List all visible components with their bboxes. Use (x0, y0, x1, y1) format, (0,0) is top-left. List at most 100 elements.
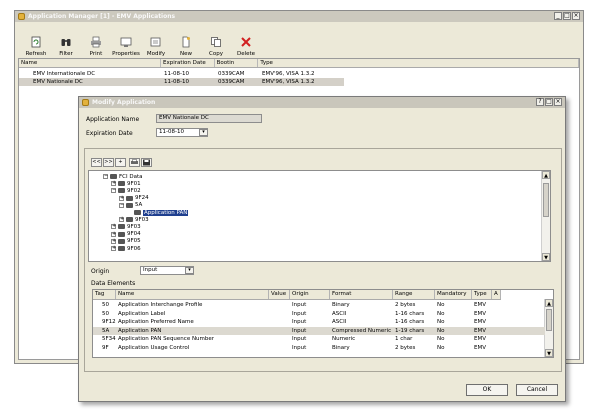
grid-column-header[interactable]: A (492, 290, 501, 299)
grid-column-header[interactable]: Format (330, 290, 393, 299)
cell-value (269, 301, 290, 309)
expand-icon[interactable]: + (111, 238, 116, 244)
node-icon (134, 210, 141, 215)
expand-icon[interactable]: + (111, 181, 116, 187)
dialog-help-button[interactable]: ? (536, 98, 544, 106)
cell-tag: 9F12 (102, 319, 116, 325)
maximize-button[interactable]: □ (563, 12, 571, 20)
scroll-thumb[interactable] (543, 183, 549, 217)
close-button[interactable]: × (572, 12, 580, 20)
minimize-button[interactable]: _ (554, 12, 562, 20)
tree-node[interactable]: +9F04 (111, 231, 141, 238)
ok-button[interactable]: OK (466, 384, 508, 396)
table-row[interactable]: 50 Application Interchange Profile Input Bi… (93, 301, 545, 309)
grid-column-header[interactable]: Mandatory (435, 290, 472, 299)
dialog-title-bar[interactable]: Modify Application ? □ × (79, 97, 565, 108)
tree-node[interactable]: Application PAN (127, 209, 189, 216)
add-node-button[interactable]: + (115, 158, 126, 167)
node-icon (126, 202, 133, 208)
cell-format: Numeric (332, 336, 356, 342)
tree-node[interactable]: − FCI Data (103, 173, 143, 180)
grid-column-header[interactable]: Type (472, 290, 492, 299)
dialog-title: Modify Application (92, 99, 156, 106)
scroll-up-arrow[interactable]: ▲ (542, 171, 550, 179)
cell-mandatory: No (437, 310, 445, 317)
copy-button[interactable]: Copy (201, 25, 231, 57)
grid-column-header[interactable]: Tag (93, 290, 116, 299)
tree-node[interactable]: +9F24 (119, 195, 149, 202)
column-type[interactable]: Type (258, 59, 579, 67)
scroll-up-arrow[interactable]: ▲ (545, 299, 553, 307)
expand-icon[interactable]: + (111, 246, 116, 251)
print-button[interactable]: Print (81, 25, 111, 57)
new-button[interactable]: New (171, 25, 201, 57)
expand-icon[interactable]: + (111, 231, 116, 237)
cell-origin: Input (292, 310, 307, 317)
table-row[interactable]: 9F12 Application Preferred Name Input ASCII… (93, 318, 545, 326)
grid-column-header[interactable]: Value (269, 290, 290, 299)
grid-column-header[interactable]: Origin (290, 290, 330, 299)
column-bootin[interactable]: Bootin (215, 59, 259, 67)
dialog-maximize-button[interactable]: □ (545, 98, 553, 106)
table-row[interactable]: 5A Application PAN Input Compressed Numeric… (93, 326, 545, 335)
chevron-down-icon[interactable]: ▾ (185, 267, 194, 274)
cell-name: Application PAN Sequence Number (118, 336, 215, 342)
table-row[interactable]: 5F34 Application PAN Sequence Number Input… (93, 335, 545, 343)
collapse-icon[interactable]: − (111, 188, 116, 194)
cell-name: Application PAN (118, 327, 162, 334)
scroll-down-arrow[interactable]: ▼ (542, 253, 550, 261)
node-icon (118, 181, 125, 187)
scroll-thumb[interactable] (546, 309, 552, 331)
table-row[interactable]: 9F Application Usage Control Input Binary 2 … (93, 344, 545, 352)
cell-tag: 5F34 (102, 336, 116, 342)
properties-button[interactable]: Properties (111, 25, 141, 57)
list-item[interactable]: EMV Nationale DC 11-08-10 0339CAM EMV'96… (19, 78, 344, 86)
tree-node[interactable]: − 5A (119, 202, 142, 209)
tree-node[interactable]: +9F06 (111, 245, 141, 252)
cell-mandatory: No (437, 327, 445, 334)
tree-node[interactable]: − 9F02 (111, 187, 141, 194)
list-item-bootin: 0339CAM (218, 79, 245, 85)
delete-button[interactable]: Delete (231, 25, 261, 57)
print-label: Print (89, 51, 103, 57)
expand-icon[interactable]: + (119, 217, 124, 223)
tree-node[interactable]: +9F05 (111, 238, 141, 245)
cell-mandatory: No (437, 344, 445, 351)
modify-button[interactable]: Modify (141, 25, 171, 57)
scroll-down-arrow[interactable]: ▼ (545, 349, 553, 357)
data-elements-grid[interactable]: Tag Name Value Origin Format Range Mandatory Ty… (92, 289, 554, 358)
chevron-down-icon[interactable]: ▾ (199, 129, 208, 136)
refresh-button[interactable]: Refresh (21, 25, 51, 57)
main-title-bar[interactable]: Application Manager [1] - EMV Applicatio… (15, 11, 583, 22)
collapse-icon[interactable]: − (103, 174, 108, 179)
main-window-title: Application Manager [1] - EMV Applicatio… (28, 13, 176, 20)
grid-scrollbar[interactable]: ▲ ▼ (544, 299, 553, 357)
collapse-icon[interactable]: − (119, 202, 124, 208)
table-row[interactable]: 50 Application Label Input ASCII 1-16 chars N… (93, 310, 545, 318)
tree-node[interactable]: +9F01 (111, 180, 141, 187)
expand-icon[interactable]: + (111, 224, 116, 230)
cancel-button[interactable]: Cancel (516, 384, 558, 396)
tree-node[interactable]: +9F03 (111, 223, 141, 230)
tree-scrollbar[interactable]: ▲ ▼ (541, 171, 550, 261)
cell-range: 1-16 chars (395, 319, 425, 325)
expand-icon[interactable]: + (119, 195, 124, 201)
cell-range: 1 char (395, 336, 413, 342)
list-item-name: EMV Internationale DC (33, 71, 96, 77)
column-name[interactable]: Name (19, 59, 161, 67)
data-tree[interactable]: − FCI Data +9F01−9F02 +9F24−5A Application P… (88, 170, 551, 262)
tree-node[interactable]: +9F03 (119, 216, 149, 223)
expand-all-button[interactable]: >> (103, 158, 114, 167)
save-tree-button[interactable] (141, 158, 152, 167)
node-icon (118, 231, 125, 237)
list-item-name: EMV Nationale DC (33, 79, 83, 85)
print-tree-button[interactable] (129, 158, 140, 167)
list-item[interactable]: EMV Internationale DC 11-08-10 0339CAM E… (19, 70, 579, 78)
grid-column-header[interactable]: Range (393, 290, 435, 299)
grid-column-header[interactable]: Name (116, 290, 269, 299)
floppy-disk-icon (143, 159, 150, 166)
filter-button[interactable]: Filter (51, 25, 81, 57)
collapse-all-button[interactable]: << (91, 158, 102, 167)
column-expiration-date[interactable]: Expiration Date (161, 59, 215, 67)
dialog-close-button[interactable]: × (554, 98, 562, 106)
